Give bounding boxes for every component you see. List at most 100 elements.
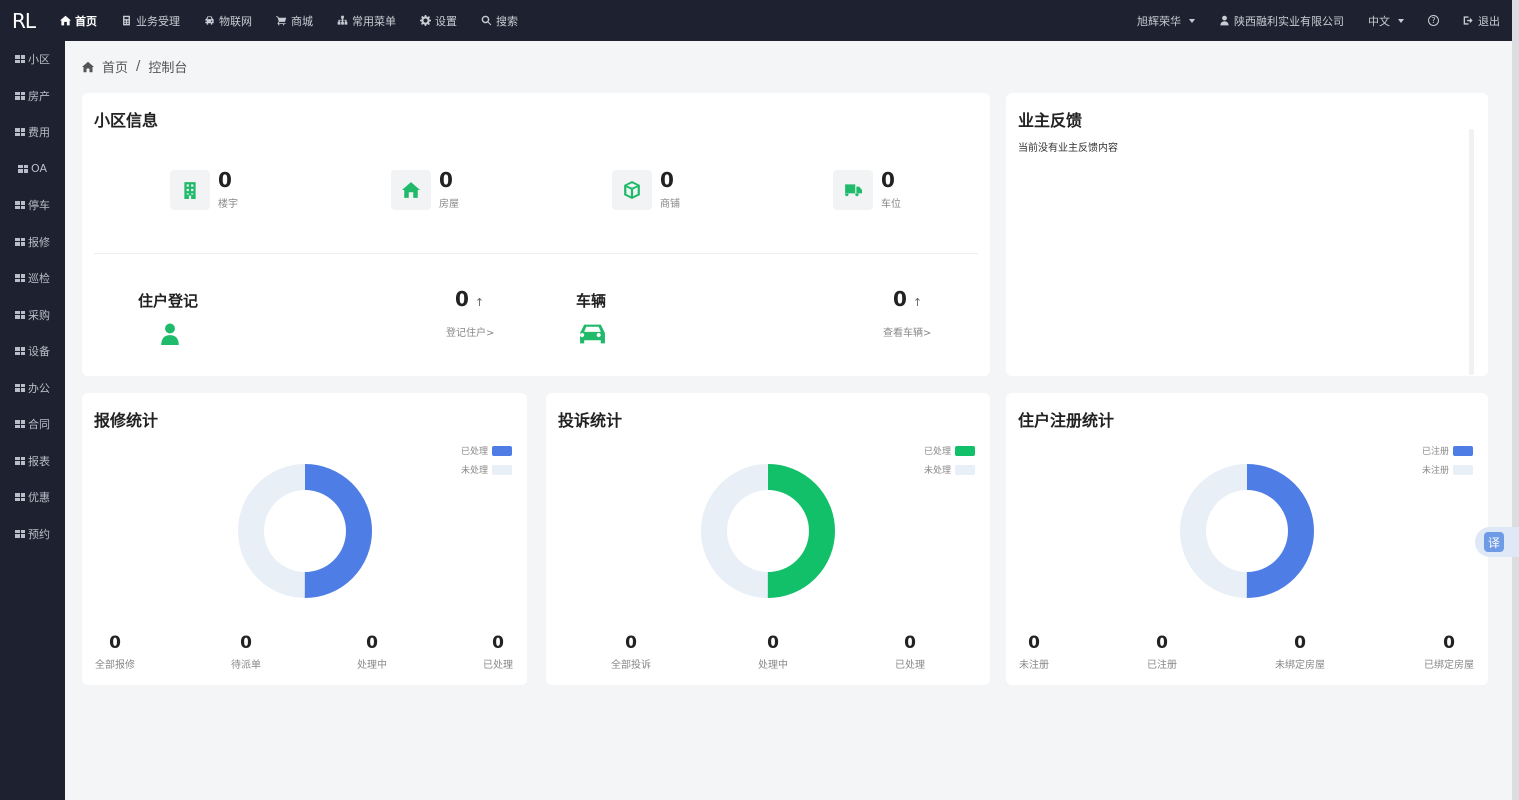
sidebar-item[interactable]: 报修 (0, 224, 65, 261)
stat-shops[interactable]: 0 商铺 (612, 169, 680, 210)
breadcrumb-separator: / (136, 59, 141, 74)
community-info-title: 小区信息 (94, 111, 159, 130)
sidebar-item[interactable]: 小区 (0, 41, 65, 78)
sidebar-item[interactable]: 巡检 (0, 260, 65, 297)
caret-down-icon (1189, 18, 1195, 23)
stat-pending-dispatch[interactable]: 0 待派单 (231, 633, 261, 671)
register-resident-link[interactable]: 登记住户> (446, 324, 494, 339)
breadcrumb-current: 控制台 (148, 61, 188, 76)
community-info-card: 小区信息 0 楼宇 0 房屋 0 商铺 0 车位 住户登记 0 ↑ 登记住户> 车辆 0 ↑… (82, 93, 990, 376)
home-icon (60, 15, 71, 26)
main-nav: 首页 业务受理 物联网 商城 常用菜单 设置 搜索 (48, 0, 530, 41)
breadcrumb: 首页 / 控制台 (82, 57, 187, 76)
feedback-empty-text: 当前没有业主反馈内容 (1018, 143, 1118, 154)
grid-icon (15, 237, 25, 246)
nav-item-common-menu[interactable]: 常用菜单 (325, 0, 408, 41)
sidebar-item[interactable]: 停车 (0, 187, 65, 224)
arrow-up-icon: ↑ (474, 296, 485, 309)
nav-item-search[interactable]: 搜索 (469, 0, 530, 41)
chart-legend: 已注册 未注册 (1422, 441, 1473, 479)
nav-item-home[interactable]: 首页 (48, 0, 109, 41)
sidebar-item[interactable]: 办公 (0, 370, 65, 407)
legend-item[interactable]: 已注册 (1422, 441, 1473, 460)
building-icon (184, 181, 196, 199)
legend-item[interactable]: 已处理 (461, 441, 512, 460)
resident-register-title: 住户登记 (138, 292, 199, 310)
nav-item-mall[interactable]: 商城 (264, 0, 325, 41)
registration-stats-card: 住户注册统计 已注册 未注册 0 未注册 0 已注册 0 未绑定房屋 0 已绑定房屋 (1006, 393, 1488, 685)
sidebar-item[interactable]: 采购 (0, 297, 65, 334)
feedback-scrollbar[interactable] (1469, 129, 1474, 375)
cube-icon (624, 180, 640, 199)
cart-icon (276, 16, 287, 26)
nav-item-business[interactable]: 业务受理 (109, 0, 192, 41)
sidebar-item[interactable]: OA (0, 151, 65, 188)
stat-label: 车位 (881, 199, 901, 210)
help-button[interactable]: ? (1416, 0, 1451, 41)
sidebar-item[interactable]: 费用 (0, 114, 65, 151)
sidebar-item[interactable]: 设备 (0, 333, 65, 370)
logout-button[interactable]: 退出 (1451, 0, 1512, 41)
legend-item[interactable]: 未处理 (924, 460, 975, 479)
registration-stats-title: 住户注册统计 (1018, 411, 1115, 430)
stat-houses[interactable]: 0 房屋 (391, 169, 459, 210)
stat-unregistered[interactable]: 0 未注册 (1019, 633, 1049, 671)
chart-legend: 已处理 未处理 (924, 441, 975, 479)
stat-in-progress[interactable]: 0 处理中 (357, 633, 387, 671)
sidebar-item[interactable]: 优惠 (0, 479, 65, 516)
community-dropdown[interactable]: 旭辉荣华 (1125, 0, 1207, 41)
home-icon (82, 61, 94, 72)
stat-registered[interactable]: 0 已注册 (1147, 633, 1177, 671)
stat-processed[interactable]: 0 已处理 (895, 633, 925, 671)
repair-stats-title: 报修统计 (94, 411, 159, 430)
translate-icon: 译 (1484, 532, 1504, 552)
vehicle-title: 车辆 (576, 292, 607, 310)
chart-legend: 已处理 未处理 (461, 441, 512, 479)
sidebar: 小区 房产 费用 OA 停车 报修 巡检 采购 设备 办公 合同 报表 优惠 预约 (0, 41, 65, 800)
company-menu[interactable]: 陕西融利实业有限公司 (1207, 0, 1356, 41)
legend-swatch (1453, 464, 1473, 475)
legend-item[interactable]: 已处理 (924, 441, 975, 460)
car-icon (578, 322, 607, 350)
view-vehicles-link[interactable]: 查看车辆> (883, 324, 931, 339)
sitemap-icon (337, 15, 348, 25)
breadcrumb-home[interactable]: 首页 (102, 57, 128, 76)
stat-unbound-house[interactable]: 0 未绑定房屋 (1275, 633, 1325, 671)
translate-button[interactable]: 译 (1475, 527, 1519, 557)
stat-label: 楼宇 (218, 199, 238, 210)
sidebar-item[interactable]: 预约 (0, 516, 65, 553)
grid-icon (15, 274, 25, 283)
legend-swatch (955, 445, 975, 456)
sidebar-item[interactable]: 房产 (0, 78, 65, 115)
grid-icon (15, 456, 25, 465)
language-dropdown[interactable]: 中文 (1356, 0, 1416, 41)
grid-icon (15, 128, 25, 137)
stat-bound-house[interactable]: 0 已绑定房屋 (1424, 633, 1474, 671)
logout-icon (1463, 16, 1473, 25)
legend-item[interactable]: 未处理 (461, 460, 512, 479)
top-navbar: RL 首页 业务受理 物联网 商城 常用菜单 设置 搜索 旭辉荣华 陕西融利实业… (0, 0, 1512, 41)
arrow-up-icon: ↑ (912, 296, 923, 309)
calculator-icon (123, 15, 130, 26)
legend-item[interactable]: 未注册 (1422, 460, 1473, 479)
app-logo[interactable]: RL (0, 9, 48, 33)
stat-all-complaints[interactable]: 0 全部投诉 (611, 633, 651, 671)
registration-donut-chart (1180, 464, 1314, 598)
sidebar-item[interactable]: 报表 (0, 443, 65, 480)
complaint-donut-chart (701, 464, 835, 598)
nav-item-settings[interactable]: 设置 (408, 0, 469, 41)
vehicle-count: 0 ↑ (893, 287, 923, 311)
stat-processed[interactable]: 0 已处理 (483, 633, 513, 671)
stat-parking[interactable]: 0 车位 (833, 169, 901, 210)
page-scrollbar[interactable] (1512, 0, 1519, 800)
grid-icon (15, 347, 25, 356)
nav-item-iot[interactable]: 物联网 (192, 0, 264, 41)
stat-in-progress[interactable]: 0 处理中 (758, 633, 788, 671)
sidebar-item[interactable]: 合同 (0, 406, 65, 443)
grid-icon (15, 383, 25, 392)
stat-all-repairs[interactable]: 0 全部报修 (95, 633, 135, 671)
complaint-stats-card: 投诉统计 已处理 未处理 0 全部投诉 0 处理中 0 已处理 (546, 393, 990, 685)
stat-value: 0 (218, 168, 232, 192)
grid-icon (15, 201, 25, 210)
stat-buildings[interactable]: 0 楼宇 (170, 169, 238, 210)
